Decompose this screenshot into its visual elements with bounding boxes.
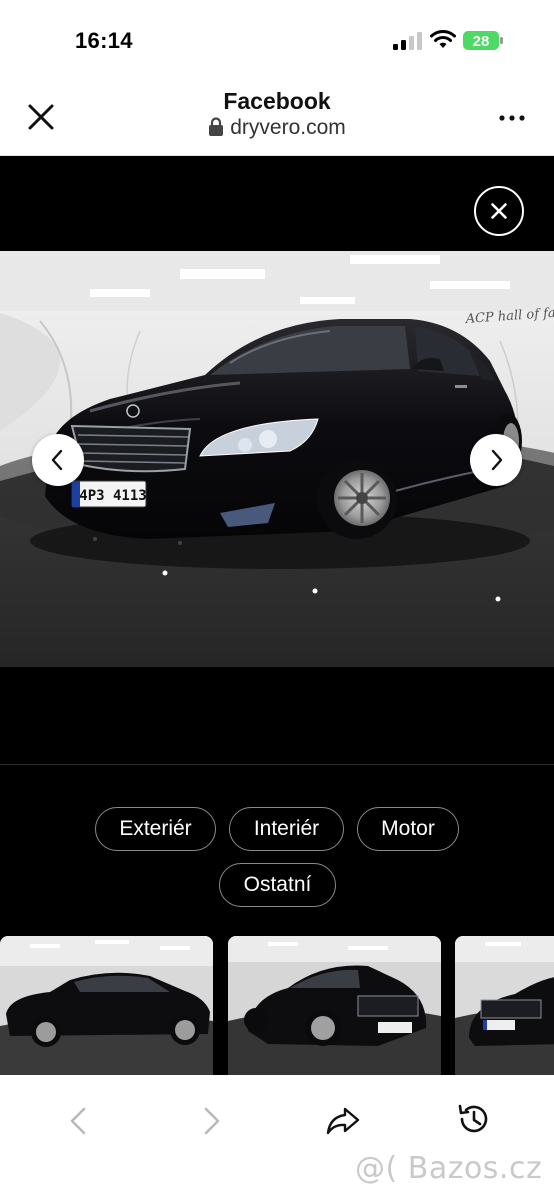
thumbnail-image — [455, 936, 554, 1075]
category-chip-engine[interactable]: Motor — [357, 807, 459, 851]
wifi-icon — [430, 30, 456, 48]
cellular-signal-icon — [393, 32, 422, 50]
forward-icon[interactable] — [200, 1105, 224, 1137]
category-chip-exterior[interactable]: Exteriér — [95, 807, 216, 851]
thumbnail-1[interactable] — [0, 936, 213, 1075]
history-icon[interactable] — [455, 1100, 493, 1138]
browser-header: Facebook dryvero.com — [0, 80, 554, 156]
lock-icon — [209, 117, 224, 136]
category-chip-other[interactable]: Ostatní — [219, 863, 336, 907]
url-text: dryvero.com — [230, 116, 346, 139]
battery-icon: 28 — [463, 31, 503, 50]
more-dots-icon[interactable] — [496, 108, 528, 128]
status-time: 16:14 — [75, 28, 133, 53]
back-icon[interactable] — [66, 1105, 90, 1137]
thumbnail-image — [0, 936, 213, 1075]
share-icon[interactable] — [324, 1101, 362, 1139]
thumbnail-2[interactable] — [228, 936, 441, 1075]
close-circle-icon — [491, 203, 507, 219]
thumbnail-image — [228, 936, 441, 1075]
page-title: Facebook — [223, 88, 331, 114]
battery-level: 28 — [473, 33, 490, 50]
chevron-left-icon — [51, 449, 63, 471]
site-watermark: @( Bazos.cz — [355, 1151, 543, 1186]
gallery-close-button[interactable] — [474, 186, 524, 236]
browser-toolbar: @( Bazos.cz — [0, 1075, 554, 1200]
gallery-divider — [0, 764, 554, 765]
url-label: dryvero.com — [0, 116, 554, 140]
previous-photo-button[interactable] — [32, 434, 84, 486]
status-bar: 16:14 28 — [0, 0, 554, 80]
next-photo-button[interactable] — [470, 434, 522, 486]
photo-gallery: ACP hall of fame 4P3 4113 Exteriér Inter… — [0, 156, 554, 1075]
thumbnail-3[interactable] — [455, 936, 554, 1075]
chevron-right-icon — [491, 449, 503, 471]
license-plate: 4P3 4113 — [79, 488, 146, 504]
category-chip-interior[interactable]: Interiér — [229, 807, 344, 851]
